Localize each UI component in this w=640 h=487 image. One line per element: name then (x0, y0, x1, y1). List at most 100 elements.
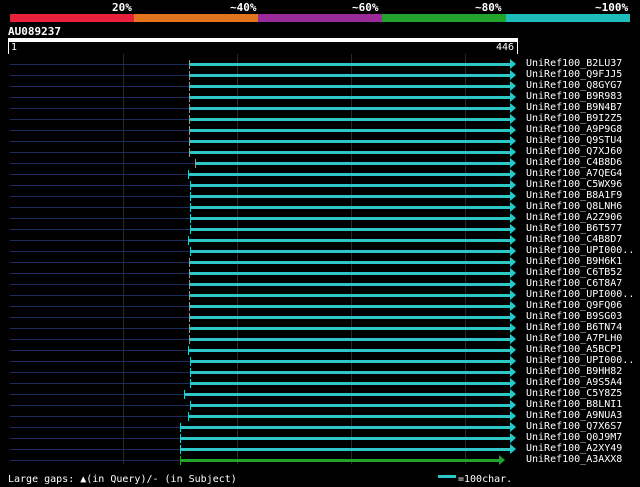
hit-bar[interactable] (188, 305, 510, 308)
hit-bar[interactable] (188, 107, 510, 110)
hit-bar[interactable] (189, 228, 510, 231)
hit-label[interactable]: UniRef100_C6T8A7 (526, 278, 622, 289)
hit-bar[interactable] (188, 261, 510, 264)
hit-arrow-icon (510, 235, 516, 245)
hit-row-track (10, 218, 190, 219)
hit-label[interactable]: UniRef100_A2Z906 (526, 212, 622, 223)
hit-bar[interactable] (189, 360, 510, 363)
hit-row-track (10, 163, 196, 164)
hit-bar[interactable] (179, 426, 510, 429)
hit-label[interactable]: UniRef100_C4B8D6 (526, 157, 622, 168)
hit-label[interactable]: UniRef100_A9S5A4 (526, 377, 622, 388)
hit-label[interactable]: UniRef100_A7QEG4 (526, 168, 622, 179)
hit-label[interactable]: UniRef100_A7PLH0 (526, 333, 622, 344)
hit-bar[interactable] (187, 415, 510, 418)
hit-label[interactable]: UniRef100_B9I2Z5 (526, 113, 622, 124)
hit-label[interactable]: UniRef100_Q8LNH6 (526, 201, 622, 212)
hit-arrow-icon (510, 290, 516, 300)
hit-label[interactable]: UniRef100_A3AXX8 (526, 454, 622, 465)
hit-label[interactable]: UniRef100_Q7XJ60 (526, 146, 622, 157)
hit-label[interactable]: UniRef100_Q9FQ06 (526, 300, 622, 311)
hit-arrow-icon (510, 268, 516, 278)
hit-bar[interactable] (188, 327, 510, 330)
hit-row-track (10, 207, 190, 208)
hit-label[interactable]: UniRef100_B9HH82 (526, 366, 622, 377)
hit-bar[interactable] (188, 63, 510, 66)
hit-row-track (10, 75, 189, 76)
hit-bar[interactable] (188, 85, 510, 88)
hit-row-track (10, 141, 189, 142)
hit-bar[interactable] (188, 294, 510, 297)
hit-label[interactable]: UniRef100_C5Y8Z5 (526, 388, 622, 399)
hit-label[interactable]: UniRef100_B9N4B7 (526, 102, 622, 113)
hit-bar[interactable] (189, 217, 510, 220)
hit-label[interactable]: UniRef100_C6TB52 (526, 267, 622, 278)
hit-bar[interactable] (189, 404, 510, 407)
hit-label[interactable]: UniRef100_B9SG03 (526, 311, 622, 322)
hit-bar[interactable] (187, 349, 510, 352)
hit-row-track (10, 427, 180, 428)
hit-label[interactable]: UniRef100_UPI000.. (526, 245, 634, 256)
hit-label[interactable]: UniRef100_Q0J9M7 (526, 432, 622, 443)
hit-label[interactable]: UniRef100_Q8GYG7 (526, 80, 622, 91)
hit-bar[interactable] (189, 371, 510, 374)
hit-label[interactable]: UniRef100_A9NUA3 (526, 410, 622, 421)
hit-label[interactable]: UniRef100_UPI000.. (526, 289, 634, 300)
hit-label[interactable]: UniRef100_B2LU37 (526, 58, 622, 69)
hit-row-track (10, 251, 190, 252)
hit-bar[interactable] (184, 393, 510, 396)
hit-bar[interactable] (179, 448, 510, 451)
hit-label[interactable]: UniRef100_A9P9G8 (526, 124, 622, 135)
query-start-tick (8, 42, 9, 54)
hit-label[interactable]: UniRef100_Q9FJJ5 (526, 69, 622, 80)
gap-legend: Large gaps: ▲(in Query)/- (in Subject) (8, 474, 237, 485)
hit-bar[interactable] (179, 437, 510, 440)
hit-bar[interactable] (189, 195, 510, 198)
hit-label[interactable]: UniRef100_B6T577 (526, 223, 622, 234)
hit-bar[interactable] (188, 272, 510, 275)
hit-bar[interactable] (189, 206, 510, 209)
hit-row-track (10, 240, 188, 241)
hit-arrow-icon (510, 356, 516, 366)
hit-bar[interactable] (188, 129, 510, 132)
hit-row-track (10, 350, 188, 351)
hit-label[interactable]: UniRef100_B9R983 (526, 91, 622, 102)
hit-bar[interactable] (189, 250, 510, 253)
hit-label[interactable]: UniRef100_B8LNI1 (526, 399, 622, 410)
hit-bar[interactable] (189, 184, 510, 187)
hit-label[interactable]: UniRef100_Q7X6S7 (526, 421, 622, 432)
hit-bar[interactable] (188, 151, 510, 154)
hit-row-track (10, 229, 190, 230)
hit-arrow-icon (510, 81, 516, 91)
hit-bar[interactable] (188, 118, 510, 121)
hit-label[interactable]: UniRef100_B8A1F9 (526, 190, 622, 201)
hit-label[interactable]: UniRef100_A2XY49 (526, 443, 622, 454)
hit-label[interactable]: UniRef100_A5BCP1 (526, 344, 622, 355)
hit-row-track (10, 273, 189, 274)
hit-bar[interactable] (179, 459, 499, 462)
hit-row-track (10, 438, 180, 439)
hit-bar[interactable] (187, 173, 510, 176)
hit-bar[interactable] (188, 283, 510, 286)
hit-label[interactable]: UniRef100_B9H6K1 (526, 256, 622, 267)
hit-bar[interactable] (188, 316, 510, 319)
hit-bar[interactable] (188, 338, 510, 341)
hit-bar[interactable] (188, 140, 510, 143)
scale-bar (438, 475, 456, 478)
hit-arrow-icon (510, 334, 516, 344)
query-bar (8, 38, 518, 42)
hit-bar[interactable] (195, 162, 510, 165)
hit-label[interactable]: UniRef100_C5WX96 (526, 179, 622, 190)
hit-bar[interactable] (188, 74, 510, 77)
hit-label[interactable]: UniRef100_B6TN74 (526, 322, 622, 333)
hit-row-track (10, 306, 189, 307)
query-start-label: 1 (11, 42, 18, 53)
hit-label[interactable]: UniRef100_C4B8D7 (526, 234, 622, 245)
hit-label[interactable]: UniRef100_UPI000.. (526, 355, 634, 366)
hit-bar[interactable] (188, 96, 510, 99)
hit-bar[interactable] (187, 239, 510, 242)
hit-label[interactable]: UniRef100_Q9STU4 (526, 135, 622, 146)
hit-arrow-icon (510, 114, 516, 124)
hit-arrow-icon (510, 92, 516, 102)
hit-bar[interactable] (189, 382, 510, 385)
